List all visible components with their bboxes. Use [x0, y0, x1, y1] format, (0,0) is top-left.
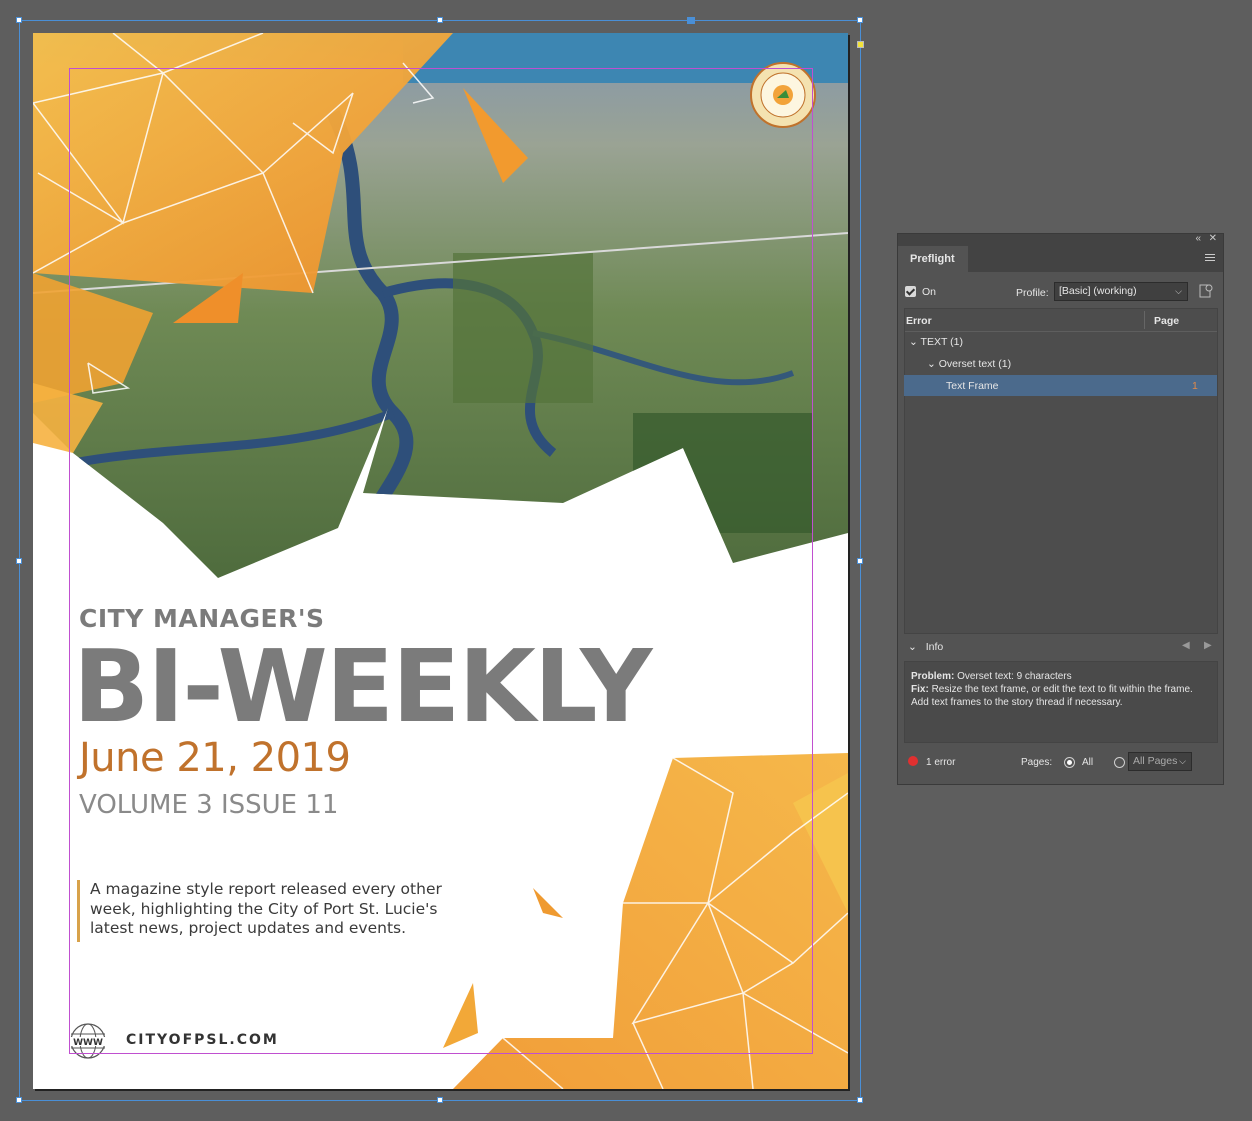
next-icon[interactable]: ▶ — [1204, 640, 1212, 651]
error-list[interactable]: Error Page ⌄ TEXT (1) ⌄ Overset text (1) — [904, 308, 1218, 634]
chevron-down-icon: ⌵ — [1175, 286, 1182, 296]
resize-handle-ml[interactable] — [16, 558, 22, 564]
city-seal-logo — [750, 62, 816, 128]
on-label: On — [922, 286, 937, 298]
column-divider — [1144, 311, 1145, 329]
header-divider — [905, 331, 1217, 332]
pages-range-dropdown[interactable]: All Pages ⌵ — [1128, 752, 1192, 771]
cover-volume: VOLUME 3 ISSUE 11 — [79, 790, 339, 820]
problem-text: Overset text: 9 characters — [957, 671, 1072, 682]
resize-handle-br[interactable] — [857, 1097, 863, 1103]
chevron-down-icon: ⌄ — [908, 641, 917, 653]
panel-tabbar: Preflight — [898, 246, 1223, 272]
profile-dropdown[interactable]: [Basic] (working) ⌵ — [1054, 282, 1188, 301]
prev-icon[interactable]: ◀ — [1182, 640, 1190, 651]
column-header-error[interactable]: Error — [906, 315, 932, 327]
pages-range-value: All Pages — [1133, 755, 1178, 767]
content-grabber[interactable] — [687, 17, 695, 24]
tree-group-label: TEXT (1) — [920, 336, 963, 348]
resize-handle-bm[interactable] — [437, 1097, 443, 1103]
on-checkbox[interactable] — [905, 286, 916, 297]
pages-all-radio[interactable] — [1064, 757, 1075, 768]
tree-subgroup-overset[interactable]: ⌄ Overset text (1) — [927, 358, 1011, 370]
status-bar: 1 error Pages: All All Pages ⌵ — [898, 748, 1223, 774]
tab-preflight[interactable]: Preflight — [898, 246, 968, 272]
panel-menu-icon[interactable] — [1205, 254, 1215, 263]
fix-label: Fix: — [911, 684, 929, 695]
error-status-icon — [908, 756, 918, 766]
resize-handle-tl[interactable] — [16, 17, 22, 23]
problem-label: Problem: — [911, 671, 955, 682]
fix-text: Resize the text frame, or edit the text … — [911, 684, 1193, 708]
pages-range-radio[interactable] — [1114, 757, 1125, 768]
globe-text: WWW — [73, 1038, 103, 1048]
close-icon[interactable]: ✕ — [1209, 233, 1217, 244]
profile-value: [Basic] (working) — [1059, 285, 1137, 297]
overset-port[interactable] — [857, 41, 864, 48]
tree-item-text-frame[interactable]: Text Frame 1 — [904, 375, 1217, 396]
pages-all-label: All — [1082, 757, 1094, 768]
tree-item-label: Text Frame — [946, 380, 999, 392]
problem-line: Problem: Overset text: 9 characters — [911, 670, 1211, 683]
pages-label: Pages: — [1021, 757, 1053, 768]
blurb-accent-bar — [77, 880, 80, 942]
cover-website: CITYOFPSL.COM — [126, 1032, 279, 1048]
cover-title: BI-WEEKLY — [73, 628, 652, 745]
define-profiles-icon[interactable] — [1198, 283, 1214, 299]
chevron-down-icon: ⌵ — [1179, 756, 1186, 766]
globe-icon: WWW — [68, 1023, 108, 1059]
resize-handle-bl[interactable] — [16, 1097, 22, 1103]
panel-titlebar[interactable]: « ✕ — [898, 233, 1223, 246]
tree-group-text[interactable]: ⌄ TEXT (1) — [909, 336, 963, 348]
chevron-down-icon: ⌄ — [909, 336, 918, 348]
chevron-down-icon: ⌄ — [927, 358, 936, 370]
resize-handle-tm[interactable] — [437, 17, 443, 23]
info-title: Info — [925, 641, 944, 653]
profile-label: Profile: — [1016, 287, 1049, 299]
resize-handle-tr[interactable] — [857, 17, 863, 23]
preflight-panel: « ✕ Preflight On Profile: [Basic] (worki… — [897, 233, 1224, 785]
status-text[interactable]: 1 error — [926, 757, 955, 768]
resize-handle-mr[interactable] — [857, 558, 863, 564]
info-box: Problem: Overset text: 9 characters Fix:… — [904, 661, 1218, 743]
tree-subgroup-label: Overset text (1) — [938, 358, 1012, 370]
column-header-page[interactable]: Page — [1154, 315, 1179, 327]
document-page[interactable]: CITY MANAGER'S BI-WEEKLY June 21, 2019 V… — [33, 33, 848, 1089]
tree-item-page[interactable]: 1 — [1192, 380, 1198, 392]
info-header[interactable]: ⌄ Info — [908, 641, 943, 653]
fix-line: Fix: Resize the text frame, or edit the … — [911, 683, 1211, 709]
cover-blurb: A magazine style report released every o… — [90, 880, 442, 937]
collapse-icon[interactable]: « — [1195, 233, 1201, 244]
cover-date: June 21, 2019 — [79, 735, 351, 781]
